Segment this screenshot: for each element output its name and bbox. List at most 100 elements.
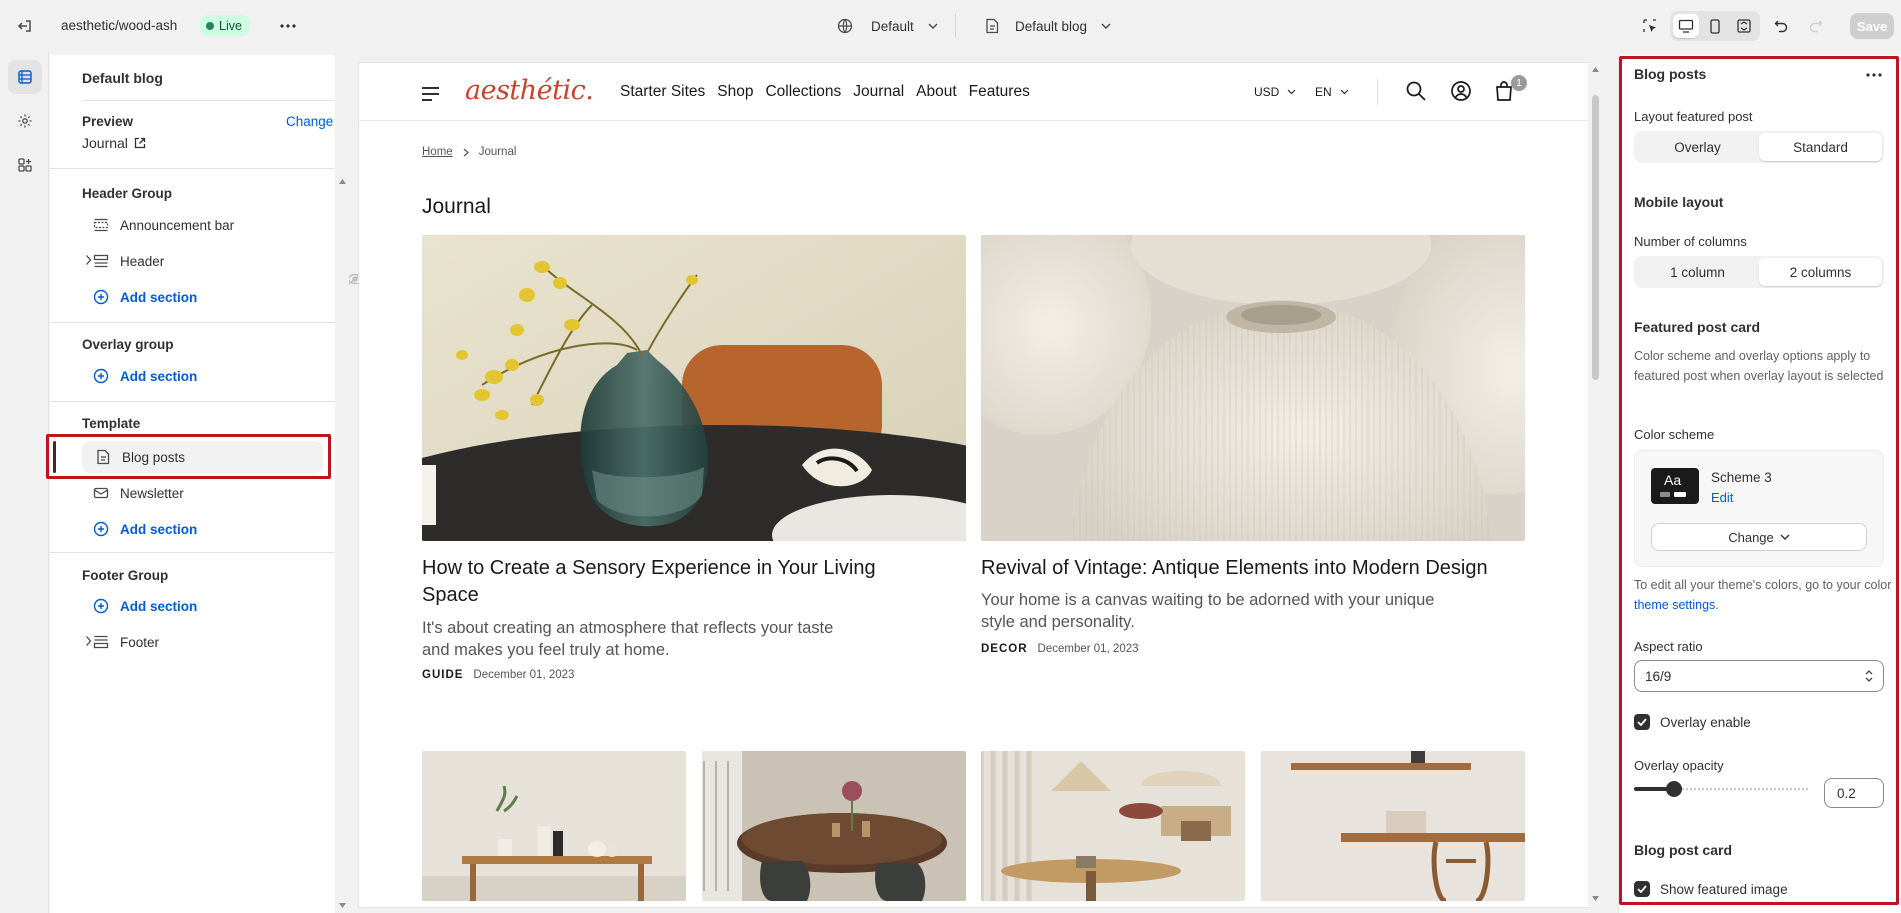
nav-journal[interactable]: Journal bbox=[853, 83, 904, 101]
post-excerpt-2: Your home is a canvas waiting to be ador… bbox=[981, 591, 1435, 631]
preview-scroll-thumb[interactable] bbox=[1592, 95, 1599, 380]
theme-settings-help: To edit all your theme's colors, go to y… bbox=[1634, 575, 1894, 615]
layout-option-standard[interactable]: Standard bbox=[1759, 133, 1882, 161]
template-title: Default blog bbox=[82, 70, 163, 86]
plus-circle-icon bbox=[92, 288, 110, 306]
selection-indicator bbox=[53, 441, 56, 473]
aspect-ratio-select[interactable]: 16/9 bbox=[1634, 660, 1884, 692]
add-section-header-group[interactable]: Add section bbox=[80, 281, 370, 313]
post-tag-1[interactable]: GUIDE bbox=[422, 669, 463, 681]
layout-option-overlay[interactable]: Overlay bbox=[1636, 133, 1759, 161]
overlay-opacity-slider[interactable] bbox=[1634, 780, 1809, 798]
sections-nav-icon[interactable] bbox=[8, 60, 42, 94]
checkbox-checked-icon bbox=[1634, 714, 1650, 730]
chevron-right-icon[interactable] bbox=[85, 254, 92, 266]
mail-icon bbox=[92, 484, 110, 502]
search-icon[interactable] bbox=[1404, 79, 1428, 103]
post-title-2[interactable]: Revival of Vintage: Antique Elements int… bbox=[981, 555, 1541, 582]
post-image-wall-shelf[interactable] bbox=[1261, 751, 1525, 901]
breadcrumb-home[interactable]: Home bbox=[422, 146, 453, 158]
language-select[interactable]: EN bbox=[1315, 85, 1349, 99]
redo-icon[interactable] bbox=[1803, 13, 1829, 39]
theme-settings-gear-icon[interactable] bbox=[8, 104, 42, 138]
post-date-1: December 01, 2023 bbox=[473, 669, 575, 681]
site-nav: Starter Sites Shop Collections Journal A… bbox=[620, 83, 1030, 101]
undo-icon[interactable] bbox=[1768, 13, 1794, 39]
section-icon bbox=[92, 216, 110, 234]
columns-option-1[interactable]: 1 column bbox=[1636, 258, 1759, 286]
section-blog-posts[interactable]: Blog posts bbox=[82, 441, 323, 473]
nav-collections[interactable]: Collections bbox=[765, 83, 841, 101]
aspect-ratio-value: 16/9 bbox=[1645, 668, 1672, 684]
featured-card-heading: Featured post card bbox=[1634, 319, 1761, 335]
post-image-lanterns[interactable] bbox=[981, 235, 1525, 541]
scheme-name: Scheme 3 bbox=[1711, 470, 1772, 485]
theme-settings-link[interactable]: theme settings bbox=[1634, 598, 1715, 612]
chevron-down-icon bbox=[928, 23, 938, 29]
external-link-icon bbox=[134, 137, 146, 149]
topbar-divider bbox=[955, 14, 956, 38]
nav-shop[interactable]: Shop bbox=[717, 83, 753, 101]
sections-sidebar: Default blog Preview Change Journal Head… bbox=[50, 55, 363, 913]
section-label: Header bbox=[120, 253, 165, 269]
post-image-dining[interactable] bbox=[702, 751, 966, 901]
currency-select[interactable]: USD bbox=[1254, 85, 1296, 99]
save-button[interactable]: Save bbox=[1850, 13, 1894, 39]
overlay-enable-checkbox[interactable]: Overlay enable bbox=[1634, 714, 1751, 730]
section-header[interactable]: Header bbox=[80, 245, 370, 277]
columns-option-2[interactable]: 2 columns bbox=[1759, 258, 1882, 286]
chevron-right-icon[interactable] bbox=[85, 635, 92, 647]
post-image-pendant-table[interactable] bbox=[981, 751, 1245, 901]
theme-select-label: Default bbox=[871, 18, 914, 34]
desktop-view-icon[interactable] bbox=[1673, 14, 1699, 38]
template-select[interactable]: Default blog bbox=[985, 12, 1111, 40]
nav-about[interactable]: About bbox=[916, 83, 957, 101]
add-section-template[interactable]: Add section bbox=[80, 513, 370, 545]
exit-icon[interactable] bbox=[13, 14, 37, 38]
app-embeds-icon[interactable] bbox=[8, 148, 42, 182]
more-options-icon[interactable] bbox=[1862, 63, 1886, 87]
show-featured-image-checkbox[interactable]: Show featured image bbox=[1634, 881, 1788, 897]
icon-rail bbox=[0, 52, 49, 913]
inspector-cursor-icon[interactable] bbox=[1637, 13, 1663, 39]
sidebar-scrollbar[interactable] bbox=[335, 55, 349, 913]
hamburger-menu-icon[interactable] bbox=[422, 87, 439, 105]
account-icon[interactable] bbox=[1449, 79, 1473, 103]
post-image-vase[interactable] bbox=[422, 235, 966, 541]
scheme-change-button[interactable]: Change bbox=[1651, 523, 1867, 551]
preview-value[interactable]: Journal bbox=[82, 135, 146, 151]
post-tag-2[interactable]: DECOR bbox=[981, 643, 1028, 655]
post-title-1[interactable]: How to Create a Sensory Experience in Yo… bbox=[422, 555, 922, 609]
slider-knob[interactable] bbox=[1666, 781, 1682, 797]
change-preview-link[interactable]: Change bbox=[286, 114, 333, 129]
add-section-footer-group[interactable]: Add section bbox=[80, 590, 370, 622]
live-dot-icon bbox=[206, 21, 214, 30]
template-group-label: Template bbox=[82, 416, 141, 431]
chevron-down-icon bbox=[1340, 89, 1349, 95]
more-actions-icon[interactable] bbox=[276, 14, 300, 38]
scheme-swatch[interactable]: Aa bbox=[1651, 468, 1699, 504]
section-announcement-bar[interactable]: Announcement bar bbox=[80, 209, 370, 241]
swatch-bar bbox=[1660, 492, 1670, 497]
site-logo[interactable]: aesthétic. bbox=[465, 75, 594, 106]
divider bbox=[50, 322, 349, 323]
add-section-overlay-group[interactable]: Add section bbox=[80, 360, 370, 392]
post-date-2: December 01, 2023 bbox=[1037, 643, 1139, 655]
post-meta-1: GUIDE December 01, 2023 bbox=[422, 669, 574, 681]
blog-card-heading: Blog post card bbox=[1634, 842, 1733, 858]
divider bbox=[50, 552, 349, 553]
section-label: Announcement bar bbox=[120, 217, 235, 233]
fullscreen-view-icon[interactable] bbox=[1731, 14, 1757, 38]
header-divider bbox=[1377, 79, 1378, 105]
section-newsletter[interactable]: Newsletter bbox=[80, 477, 370, 509]
section-footer[interactable]: Footer bbox=[80, 626, 370, 658]
theme-select[interactable]: Default bbox=[837, 12, 938, 40]
nav-features[interactable]: Features bbox=[969, 83, 1030, 101]
overlay-opacity-input[interactable]: 0.2 bbox=[1824, 778, 1884, 808]
nav-starter-sites[interactable]: Starter Sites bbox=[620, 83, 705, 101]
mobile-view-icon[interactable] bbox=[1702, 14, 1728, 38]
post-image-console-table[interactable] bbox=[422, 751, 686, 901]
theme-help-text: To edit all your theme's colors, go to y… bbox=[1634, 578, 1892, 592]
header-group-label: Header Group bbox=[82, 186, 173, 201]
scheme-edit-link[interactable]: Edit bbox=[1711, 490, 1733, 505]
